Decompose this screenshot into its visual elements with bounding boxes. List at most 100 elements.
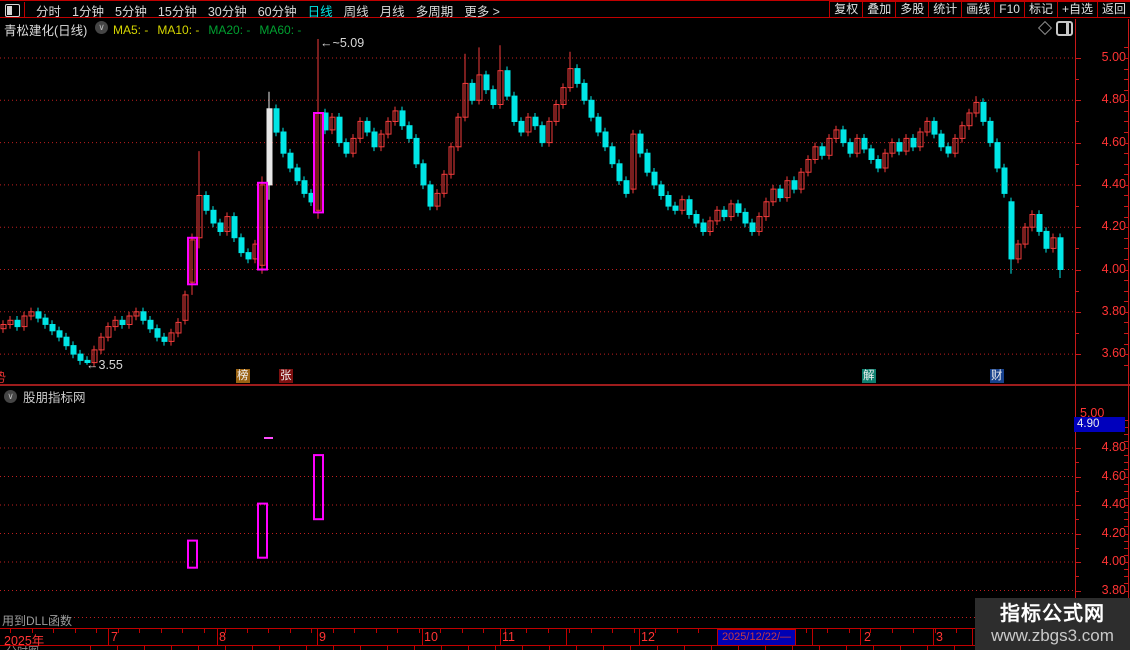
period-tab-5[interactable]: 60分钟 [258,1,297,20]
timeline-tick [698,629,699,633]
axis-tick [1124,280,1128,281]
marker-badge-0[interactable]: 榜 [236,369,250,383]
axis-tick [1124,322,1128,323]
dotted-divider [70,617,1075,618]
bottom-strip-tick [765,646,766,650]
main-price-chart[interactable] [0,19,1075,386]
toolbar-button-8[interactable]: 返回 [1096,2,1130,17]
timeline-month-label[interactable]: 7 [111,630,118,644]
indicator-panel[interactable] [0,386,1075,617]
bottom-strip-tick [522,646,523,650]
period-tab-8[interactable]: 月线 [380,1,405,20]
timeline-tick [419,629,420,633]
toolbar-button-4[interactable]: 画线 [961,2,994,17]
bottom-strip-tick [630,646,631,650]
marker-badge-2[interactable]: 解 [862,369,876,383]
axis-tick [1075,164,1079,165]
axis-tick [1124,312,1128,313]
period-tab-10[interactable]: 更多 > [464,1,500,20]
period-tab-6[interactable]: 日线 [308,1,333,20]
month-separator [422,629,423,645]
period-tab-2[interactable]: 5分钟 [115,1,147,20]
bottom-strip-tick [279,646,280,650]
month-separator [217,629,218,645]
timeline-month-label[interactable]: 11 [502,630,515,644]
clipped-edge-glyph: 势 [0,367,9,383]
toolbar-button-5[interactable]: F10 [994,2,1024,17]
axis-tick [1124,217,1128,218]
axis-tick [1124,100,1128,101]
price-axis-label: 5.00 [1101,50,1126,64]
timeline-month-label[interactable]: 12 [641,630,655,644]
timeline-tick [569,629,570,633]
month-separator [972,629,973,645]
axis-tick [1075,248,1079,249]
timeline-month-label[interactable]: 3 [936,630,943,644]
month-separator [860,629,861,645]
axis-tick [1124,248,1128,249]
axis-tick [1124,354,1128,355]
timeline-month-label[interactable]: 2 [864,630,871,644]
axis-tick [1124,491,1128,492]
indicator-name: 股朋指标网 [23,390,86,405]
bottom-strip-tick [900,646,901,650]
axis-tick [1124,448,1128,449]
axis-tick [1075,270,1081,271]
marker-badge-3[interactable]: 财 [990,369,1004,383]
toolbar-button-2[interactable]: 多股 [895,2,928,17]
period-tab-3[interactable]: 15分钟 [158,1,197,20]
timeline-tick [913,629,914,633]
layout-icon-wrap[interactable] [0,2,25,18]
axis-tick [1075,206,1079,207]
indicator-axis-label: 4.60 [1101,469,1126,483]
indicator-axis-label: 3.80 [1101,583,1126,597]
chevron-down-icon[interactable]: ∨ [4,389,17,403]
bottom-strip-tick [387,646,388,650]
toolbar-button-0[interactable]: 复权 [829,2,862,17]
axis-tick [1075,477,1081,478]
selected-date-box[interactable]: 2025/12/22/— [717,629,796,646]
axis-tick [1124,562,1128,563]
bottom-strip-tick [819,646,820,650]
marker-badge-1[interactable]: 张 [279,369,293,383]
diamond-icon[interactable] [1037,20,1053,36]
axis-tick [1075,505,1081,506]
toolbar-button-6[interactable]: 标记 [1023,2,1057,17]
timeline-tick [440,629,441,633]
toolbar-button-3[interactable]: 统计 [928,2,961,17]
axis-tick [1075,462,1079,463]
axis-tick [1124,462,1128,463]
toolbar-button-1[interactable]: 叠加 [862,2,895,17]
timeline-month-label[interactable]: 10 [424,630,438,644]
timeline-tick [204,629,205,633]
axis-tick [1075,591,1081,592]
axis-tick [1075,227,1081,228]
candlestick-canvas [0,39,1075,367]
ma-values-row: MA5: - MA10: - MA20: - MA60: - [113,21,310,39]
timeline-tick [376,629,377,633]
bottom-strip-tick [657,646,658,650]
period-tab-7[interactable]: 周线 [344,1,369,20]
toolbar-button-7[interactable]: +自选 [1056,2,1097,17]
indicator-canvas [0,437,1075,591]
period-tab-0[interactable]: 分时 [36,1,61,20]
timeline-tick [397,629,398,633]
timeline-month-label[interactable]: 8 [219,630,226,644]
chevron-down-icon[interactable]: ∨ [95,21,108,34]
axis-tick [1124,441,1128,442]
axis-tick [1124,569,1128,570]
period-menu: 分时 1分钟 5分钟 15分钟 30分钟 60分钟 日线 周线 月线 多周期 更多 > [0,1,500,20]
axis-tick [1124,548,1128,549]
period-tab-9[interactable]: 多周期 [416,1,454,20]
axis-tick [1124,526,1128,527]
axis-tick [1124,132,1128,133]
period-tab-1[interactable]: 1分钟 [72,1,104,20]
axis-tick [1124,69,1128,70]
timeline-month-label[interactable]: 9 [319,630,326,644]
axis-tick [1075,576,1079,577]
period-tab-4[interactable]: 30分钟 [208,1,247,20]
maximize-panel-icon[interactable] [1056,21,1073,36]
timeline-tick [827,629,828,633]
month-separator [317,629,318,645]
bottom-strip-tick [576,646,577,650]
